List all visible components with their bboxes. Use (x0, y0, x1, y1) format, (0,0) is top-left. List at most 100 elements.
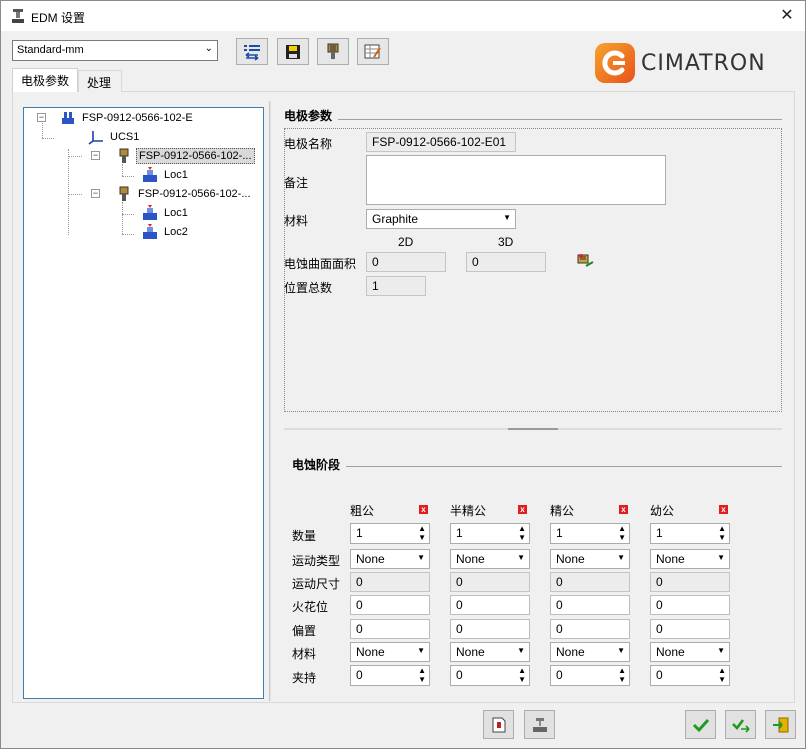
tree-item-e2-loc1[interactable]: Loc1 (142, 204, 190, 222)
erosion-area-2d-field: 0 (366, 252, 446, 272)
holder-label: 夹持 (292, 671, 317, 685)
note-label: 备注 (284, 176, 309, 190)
tree-collapse-electrode-2[interactable]: − (91, 189, 100, 198)
calculate-area-icon[interactable] (577, 253, 595, 269)
electrode-name-label: 电极名称 (284, 137, 333, 151)
stage-material-semi-finish-value: None (456, 645, 485, 659)
stages-title: 电蚀阶段 (292, 458, 341, 472)
motion-type-finish-dropdown[interactable]: None ▼ (550, 549, 630, 569)
stepper-arrows-icon: ▲ ▼ (518, 666, 526, 684)
stepper-arrows-icon: ▲ ▼ (418, 524, 426, 542)
report-button[interactable] (483, 710, 514, 739)
offset-rough-field[interactable]: 0 (350, 619, 430, 639)
tab-processing[interactable]: 处理 (78, 70, 122, 92)
spark-gap-rough-field[interactable]: 0 (350, 595, 430, 615)
motion-size-semi-finish-field: 0 (450, 572, 530, 592)
tree-item-e2-loc2[interactable]: Loc2 (142, 223, 190, 241)
holder-rough-value: 0 (356, 668, 363, 682)
electrode-name-field: FSP-0912-0566-102-E01 (366, 132, 516, 152)
stepper-arrows-icon: ▲ ▼ (718, 666, 726, 684)
remove-fine-icon[interactable]: x (719, 505, 728, 514)
section-splitter[interactable] (284, 428, 782, 430)
save-button[interactable] (277, 38, 309, 65)
machine-icon (532, 717, 547, 732)
tree-e2-loc1-label: Loc1 (164, 207, 188, 219)
load-settings-button[interactable] (236, 38, 268, 65)
tree-collapse-electrode-1[interactable]: − (91, 151, 100, 160)
note-field[interactable] (366, 155, 666, 205)
qty-fine-stepper[interactable]: 1 ▲ ▼ (650, 523, 730, 544)
material-dropdown[interactable]: Graphite ▼ (366, 209, 516, 229)
spark-gap-finish-field[interactable]: 0 (550, 595, 630, 615)
remove-rough-icon[interactable]: x (419, 505, 428, 514)
remove-semi-finish-icon[interactable]: x (518, 505, 527, 514)
chevron-down-icon: ▼ (503, 213, 511, 222)
stage-material-finish-value: None (556, 645, 585, 659)
col-2d-header: 2D (398, 235, 414, 249)
tree-ucs-label: UCS1 (110, 131, 140, 143)
spark-gap-label: 火花位 (292, 600, 329, 614)
stage-material-rough-dropdown[interactable]: None ▼ (350, 642, 430, 662)
offset-label: 偏置 (292, 624, 317, 638)
motion-type-fine-dropdown[interactable]: None ▼ (650, 549, 730, 569)
total-positions-label: 位置总数 (284, 281, 333, 295)
tree-item-electrode-2[interactable]: FSP-0912-0566-102-... (116, 185, 253, 203)
stepper-arrows-icon: ▲ ▼ (618, 524, 626, 542)
col-finish: 精公 (550, 504, 575, 518)
col-3d-header: 3D (498, 235, 514, 249)
stage-material-finish-dropdown[interactable]: None ▼ (550, 642, 630, 662)
cimatron-logo-icon (595, 43, 635, 83)
qty-finish-value: 1 (556, 526, 563, 540)
electrode-tree[interactable]: − FSP-0912-0566-102-E UCS1 − FSP-0912-05… (23, 107, 264, 699)
table-edit-icon (364, 44, 381, 58)
edm-settings-window: EDM 设置 ✕ Standard-mm ⌄ CIMATRON 电极参数 处理 … (0, 0, 806, 749)
qty-label: 数量 (292, 529, 317, 543)
close-button[interactable]: ✕ (769, 1, 805, 31)
offset-semi-finish-field[interactable]: 0 (450, 619, 530, 639)
electrode-button[interactable] (317, 38, 349, 65)
holder-finish-stepper[interactable]: 0 ▲ ▼ (550, 665, 630, 686)
holder-fine-stepper[interactable]: 0 ▲ ▼ (650, 665, 730, 686)
motion-size-label: 运动尺寸 (292, 577, 341, 591)
electrode-icon (119, 148, 129, 163)
tree-collapse-root[interactable]: − (37, 113, 46, 122)
offset-fine-field[interactable]: 0 (650, 619, 730, 639)
tree-item-ucs[interactable]: UCS1 (88, 128, 141, 146)
motion-type-label: 运动类型 (292, 554, 341, 568)
list-swap-icon (244, 44, 260, 61)
motion-type-semi-finish-value: None (456, 552, 485, 566)
machine-setup-button[interactable] (524, 710, 555, 739)
holder-rough-stepper[interactable]: 0 ▲ ▼ (350, 665, 430, 686)
motion-type-semi-finish-dropdown[interactable]: None ▼ (450, 549, 530, 569)
edit-table-button[interactable] (357, 38, 389, 65)
spark-gap-fine-field[interactable]: 0 (650, 595, 730, 615)
qty-rough-stepper[interactable]: 1 ▲ ▼ (350, 523, 430, 544)
qty-semi-finish-stepper[interactable]: 1 ▲ ▼ (450, 523, 530, 544)
spark-gap-semi-finish-field[interactable]: 0 (450, 595, 530, 615)
panel-divider[interactable] (269, 101, 271, 701)
exit-button[interactable] (765, 710, 796, 739)
apply-button[interactable] (725, 710, 756, 739)
holder-semi-finish-stepper[interactable]: 0 ▲ ▼ (450, 665, 530, 686)
stage-material-fine-dropdown[interactable]: None ▼ (650, 642, 730, 662)
offset-finish-field[interactable]: 0 (550, 619, 630, 639)
motion-type-rough-dropdown[interactable]: None ▼ (350, 549, 430, 569)
motion-size-fine-field: 0 (650, 572, 730, 592)
stepper-arrows-icon: ▲ ▼ (618, 666, 626, 684)
qty-finish-stepper[interactable]: 1 ▲ ▼ (550, 523, 630, 544)
tree-item-e1-loc1[interactable]: Loc1 (142, 166, 190, 184)
location-icon (143, 205, 157, 220)
preset-dropdown[interactable]: Standard-mm ⌄ (12, 40, 218, 61)
tree-item-root[interactable]: FSP-0912-0566-102-E (60, 109, 195, 127)
tree-electrode-1-label: FSP-0912-0566-102-... (136, 148, 255, 164)
col-semi-finish: 半精公 (450, 504, 487, 518)
stage-material-semi-finish-dropdown[interactable]: None ▼ (450, 642, 530, 662)
chevron-down-icon: ⌄ (204, 43, 213, 54)
holder-fine-value: 0 (656, 668, 663, 682)
remove-finish-icon[interactable]: x (619, 505, 628, 514)
tree-item-electrode-1[interactable]: FSP-0912-0566-102-... (116, 147, 255, 165)
logo-text: CIMATRON (641, 50, 766, 76)
chevron-down-icon: ▼ (717, 553, 725, 562)
tab-electrode-params[interactable]: 电极参数 (12, 68, 78, 92)
ok-button[interactable] (685, 710, 716, 739)
